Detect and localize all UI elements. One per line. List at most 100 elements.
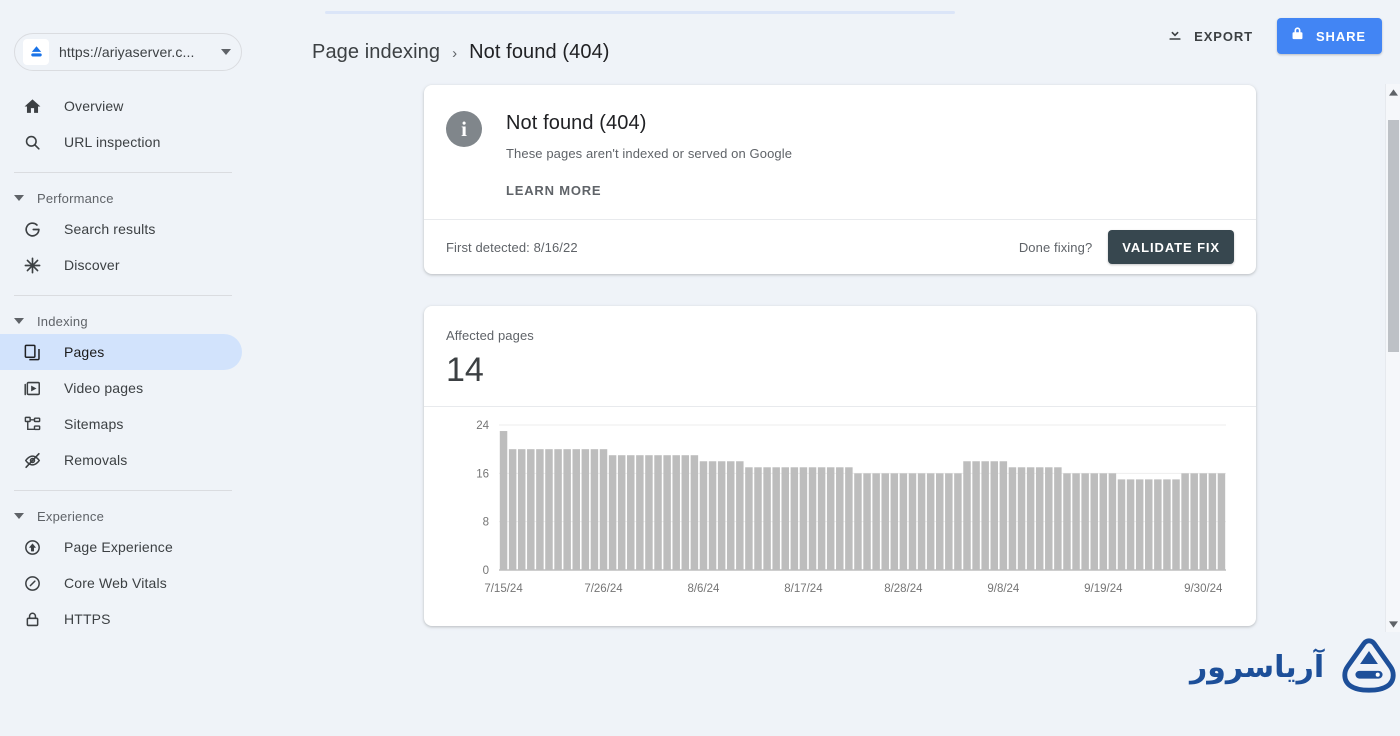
chart-bar[interactable] (826, 467, 835, 570)
sidebar-group-experience[interactable]: Experience (0, 503, 300, 529)
chart-bar[interactable] (799, 467, 808, 570)
chart-bar[interactable] (999, 461, 1008, 570)
chart-bar[interactable] (1045, 467, 1053, 570)
chart-bar[interactable] (836, 467, 844, 570)
share-button[interactable]: SHARE (1276, 18, 1382, 54)
chart-bar[interactable] (690, 455, 699, 570)
sidebar-item-video-pages[interactable]: Video pages (0, 370, 242, 406)
chart-bar[interactable] (699, 461, 708, 570)
sidebar-item-sitemaps[interactable]: Sitemaps (0, 406, 242, 442)
chart-bar[interactable] (1181, 473, 1189, 570)
chart-bar[interactable] (772, 467, 780, 570)
sidebar-item-pages[interactable]: Pages (0, 334, 242, 370)
chart-bar[interactable] (1008, 467, 1017, 570)
validate-fix-button[interactable]: VALIDATE FIX (1108, 230, 1234, 264)
chart-bar[interactable] (508, 449, 517, 570)
chart-bar[interactable] (672, 455, 680, 570)
export-button[interactable]: EXPORT (1156, 18, 1263, 54)
sidebar-item-https[interactable]: HTTPS (0, 601, 242, 637)
scroll-up-arrow-icon[interactable] (1386, 84, 1400, 100)
chart-bar[interactable] (763, 467, 771, 570)
chart-bar[interactable] (645, 455, 653, 570)
chart-bar[interactable] (1163, 479, 1171, 571)
chart-bar[interactable] (536, 449, 544, 570)
chart-bar[interactable] (517, 449, 526, 570)
chart-bar[interactable] (681, 455, 690, 570)
chart-bar[interactable] (572, 449, 580, 570)
chart-bar[interactable] (499, 431, 508, 570)
chart-bar[interactable] (990, 461, 999, 570)
chart-bar[interactable] (1054, 467, 1062, 570)
chart-bar[interactable] (1099, 473, 1108, 570)
chart-bar[interactable] (1199, 473, 1208, 570)
chart-bar[interactable] (590, 449, 599, 570)
chart-bar[interactable] (545, 449, 553, 570)
breadcrumb-parent[interactable]: Page indexing (312, 41, 440, 64)
chart-bar[interactable] (972, 461, 980, 570)
chart-bar[interactable] (563, 449, 571, 570)
sidebar-group-indexing[interactable]: Indexing (0, 308, 300, 334)
chart-bar[interactable] (872, 473, 880, 570)
chart-bar[interactable] (1190, 473, 1198, 570)
sidebar-item-removals[interactable]: Removals (0, 442, 242, 478)
chart-bar[interactable] (936, 473, 944, 570)
chart-plot-area[interactable]: 0 8 16 24 7/15/24 7/26/24 8/6/24 8/17/24 8/28/24… (424, 407, 1256, 626)
sidebar-item-url-inspection[interactable]: URL inspection (0, 124, 242, 160)
chart-bar[interactable] (1090, 473, 1098, 570)
chart-bar[interactable] (963, 461, 971, 570)
learn-more-link[interactable]: LEARN MORE (506, 183, 601, 198)
chart-bar[interactable] (1172, 479, 1180, 571)
property-selector[interactable]: https://ariyaserver.c... (14, 33, 242, 71)
chart-bar[interactable] (1145, 479, 1153, 571)
chart-bar[interactable] (926, 473, 935, 570)
chart-bar[interactable] (654, 455, 662, 570)
chevron-down-icon[interactable] (221, 49, 231, 55)
vertical-scrollbar[interactable] (1385, 84, 1400, 632)
chart-bar[interactable] (1208, 473, 1217, 570)
chart-bar[interactable] (908, 473, 917, 570)
chart-bar[interactable] (1026, 467, 1035, 570)
chart-bar[interactable] (527, 449, 535, 570)
sidebar-item-overview[interactable]: Overview (0, 88, 242, 124)
chart-bar[interactable] (1135, 479, 1144, 571)
chart-bar[interactable] (736, 461, 744, 570)
sidebar-item-core-web-vitals[interactable]: Core Web Vitals (0, 565, 242, 601)
chart-bar[interactable] (1072, 473, 1080, 570)
chart-bar[interactable] (754, 467, 762, 570)
chart-bar[interactable] (1217, 473, 1226, 570)
chart-bar[interactable] (608, 455, 617, 570)
chart-bar[interactable] (636, 455, 644, 570)
chart-bar[interactable] (1154, 479, 1162, 571)
chart-bar[interactable] (708, 461, 717, 570)
chart-bar[interactable] (1126, 479, 1135, 571)
chart-bar[interactable] (954, 473, 962, 570)
chart-bar[interactable] (945, 473, 953, 570)
chart-bar[interactable] (781, 467, 789, 570)
scroll-down-arrow-icon[interactable] (1386, 616, 1400, 632)
sidebar-item-search-results[interactable]: Search results (0, 211, 242, 247)
chart-bar[interactable] (627, 455, 635, 570)
chart-bar[interactable] (617, 455, 626, 570)
chart-bar[interactable] (599, 449, 608, 570)
scrollbar-thumb[interactable] (1388, 120, 1399, 352)
chart-bar[interactable] (899, 473, 908, 570)
chart-bar[interactable] (663, 455, 671, 570)
chart-bar[interactable] (554, 449, 562, 570)
chart-bar[interactable] (854, 473, 862, 570)
chart-bar[interactable] (917, 473, 926, 570)
chart-bar[interactable] (1063, 473, 1071, 570)
chart-bar[interactable] (817, 467, 826, 570)
chart-bar[interactable] (726, 461, 735, 570)
chart-bar[interactable] (1117, 479, 1126, 571)
chart-bar[interactable] (581, 449, 590, 570)
chart-bar[interactable] (881, 473, 889, 570)
sidebar-item-page-experience[interactable]: Page Experience (0, 529, 242, 565)
chart-bar[interactable] (1017, 467, 1026, 570)
chart-bar[interactable] (845, 467, 853, 570)
sidebar-item-discover[interactable]: Discover (0, 247, 242, 283)
chart-bar[interactable] (790, 467, 799, 570)
chart-bar[interactable] (981, 461, 989, 570)
chart-bar[interactable] (1035, 467, 1044, 570)
chart-bar[interactable] (1081, 473, 1089, 570)
sidebar-group-performance[interactable]: Performance (0, 185, 300, 211)
